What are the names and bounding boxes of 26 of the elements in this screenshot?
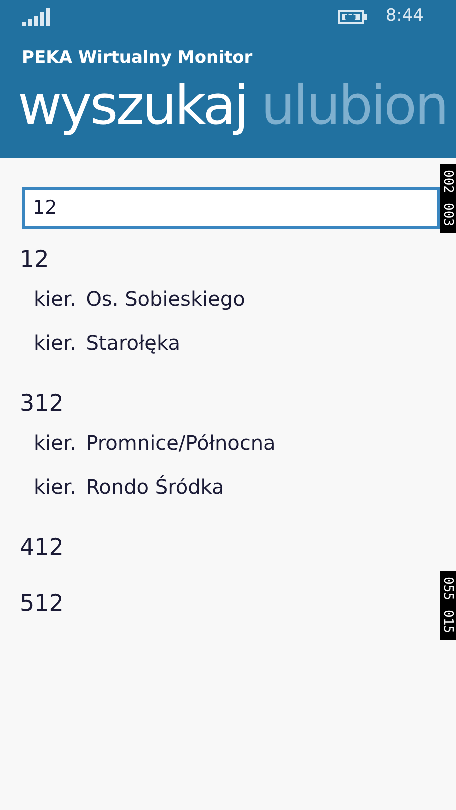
counter-value: 015 [442, 610, 454, 634]
line-number[interactable]: 512 [20, 587, 64, 621]
direction-name: Promnice/Północna [86, 430, 276, 457]
direction-item[interactable]: kier. Starołęka [22, 321, 456, 365]
line-number[interactable]: 312 [20, 387, 64, 421]
direction-item[interactable]: kier. Promnice/Północna [22, 421, 456, 465]
line-number[interactable]: 12 [20, 243, 50, 277]
counter-value: 055 [442, 577, 454, 600]
status-time: 8:44 [386, 5, 424, 28]
direction-prefix: kier. [34, 330, 76, 357]
battery-icon [338, 9, 368, 25]
line-number[interactable]: 412 [20, 531, 64, 565]
signal-icon [22, 8, 50, 26]
direction-item[interactable]: kier. Rondo Śródka [22, 465, 456, 509]
direction-name: Starołęka [86, 330, 180, 357]
counter-value: 002 [442, 170, 454, 194]
direction-prefix: kier. [34, 474, 76, 501]
counter-value: 003 [442, 203, 454, 227]
search-field[interactable]: 12 [22, 187, 440, 229]
direction-name: Rondo Śródka [86, 474, 224, 501]
direction-prefix: kier. [34, 286, 76, 313]
direction-prefix: kier. [34, 430, 76, 457]
direction-item[interactable]: kier. Os. Sobieskiego [22, 277, 456, 321]
direction-name: Os. Sobieskiego [86, 286, 246, 313]
app-title: PEKA Wirtualny Monitor [21, 47, 254, 70]
pivot-tab[interactable]: wyszukaj [18, 74, 248, 138]
